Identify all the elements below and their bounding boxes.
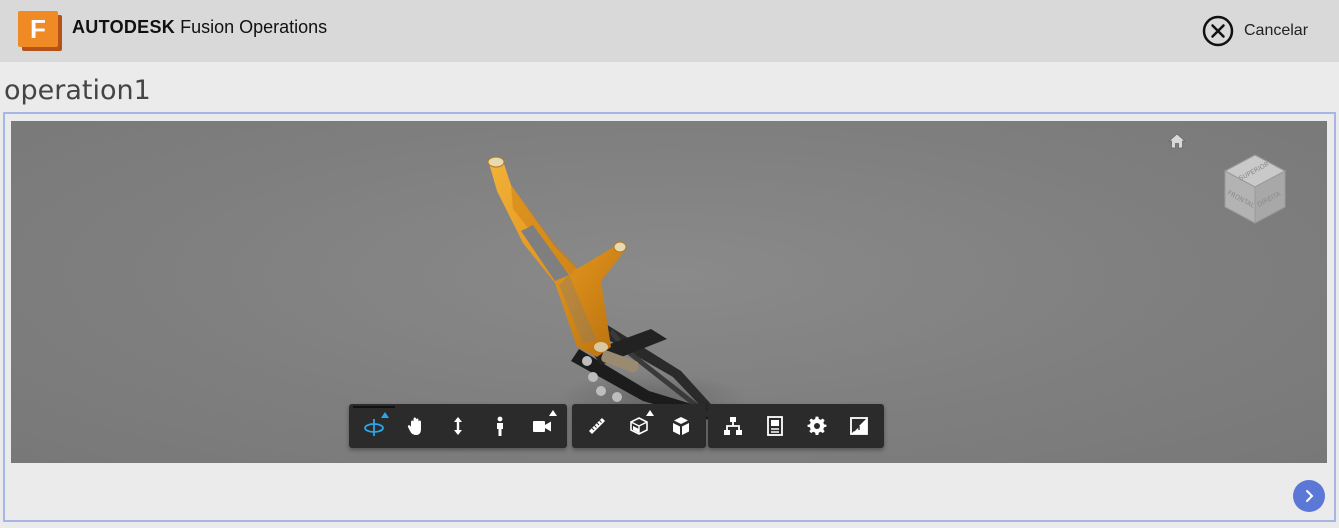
app-title: AUTODESK Fusion Operations (72, 17, 327, 38)
cancel-button[interactable]: Cancelar (1202, 15, 1308, 47)
settings-button[interactable] (796, 406, 838, 446)
3d-viewport[interactable]: SUPERIOR FRONTAL DIREITA (11, 121, 1327, 463)
model-browser-button[interactable] (712, 406, 754, 446)
measure-icon (589, 418, 605, 434)
explode-button[interactable] (660, 406, 702, 446)
next-button[interactable] (1293, 480, 1325, 512)
viewer-panel: SUPERIOR FRONTAL DIREITA (3, 112, 1336, 522)
home-icon[interactable] (1168, 133, 1186, 149)
camera-flyout-icon (549, 410, 557, 416)
viewcube[interactable]: SUPERIOR FRONTAL DIREITA (1219, 149, 1291, 229)
fullscreen-icon (850, 417, 868, 435)
first-person-icon (497, 416, 503, 436)
camera-button[interactable] (521, 406, 563, 446)
model-toolbar (708, 404, 884, 448)
zoom-button[interactable] (437, 406, 479, 446)
brand-name: AUTODESK (72, 17, 176, 37)
page-title: operation1 (4, 75, 151, 106)
first-person-button[interactable] (479, 406, 521, 446)
settings-icon (807, 416, 827, 435)
app-header: F AUTODESK Fusion Operations Cancelar (0, 0, 1339, 62)
zoom-icon (454, 417, 462, 435)
explode-icon (673, 417, 689, 435)
close-circle-icon (1202, 15, 1234, 47)
chevron-right-icon (1306, 490, 1314, 502)
properties-icon (767, 416, 783, 436)
pan-button[interactable] (395, 406, 437, 446)
fullscreen-button[interactable] (838, 406, 880, 446)
fusion-logo: F (18, 11, 62, 51)
bike-frame-model (487, 156, 746, 425)
properties-button[interactable] (754, 406, 796, 446)
pan-icon (407, 417, 421, 435)
navigation-toolbar (349, 404, 567, 448)
analysis-toolbar (572, 404, 706, 448)
orbit-flyout-icon (381, 412, 389, 418)
model-browser-icon (724, 417, 742, 435)
measure-button[interactable] (576, 406, 618, 446)
product-name: Fusion Operations (175, 17, 328, 37)
section-flyout-icon (646, 410, 654, 416)
section-icon (630, 417, 648, 435)
orbit-button[interactable] (353, 406, 395, 446)
camera-icon (533, 421, 551, 432)
logo-letter: F (18, 11, 58, 47)
section-button[interactable] (618, 406, 660, 446)
cancel-label: Cancelar (1244, 22, 1309, 39)
orbit-icon (364, 419, 384, 436)
